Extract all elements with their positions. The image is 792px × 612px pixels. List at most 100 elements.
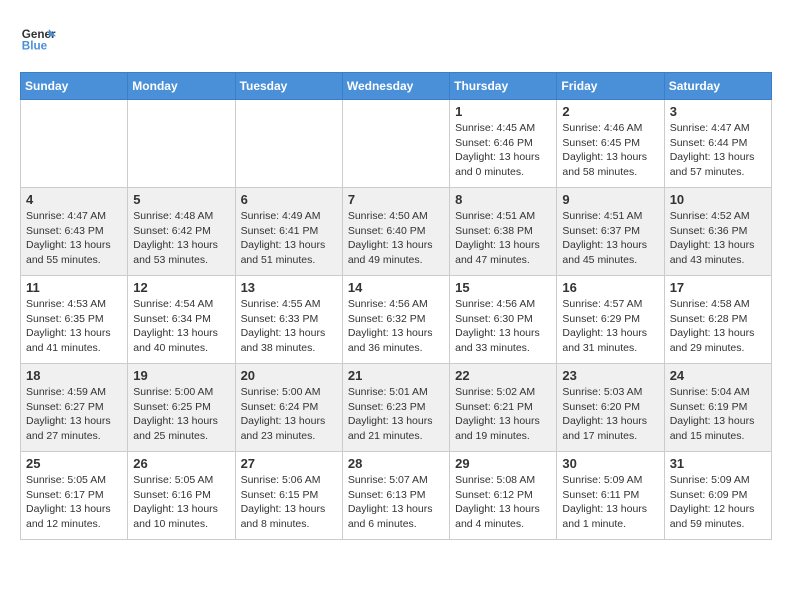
- calendar-cell: 20 Sunrise: 5:00 AM Sunset: 6:24 PM Dayli…: [235, 364, 342, 452]
- calendar-cell: 30Sunrise: 5:09 AM Sunset: 6:11 PM Dayli…: [557, 452, 664, 540]
- day-info: Sunrise: 4:49 AM Sunset: 6:41 PM Dayligh…: [241, 209, 337, 268]
- calendar-cell: 3Sunrise: 4:47 AM Sunset: 6:44 PM Daylig…: [664, 100, 771, 188]
- calendar-cell: 15 Sunrise: 4:56 AM Sunset: 6:30 PM Dayli…: [450, 276, 557, 364]
- day-info: Sunrise: 5:09 AM Sunset: 6:09 PM Dayligh…: [670, 473, 766, 532]
- calendar-cell: 12 Sunrise: 4:54 AM Sunset: 6:34 PM Dayli…: [128, 276, 235, 364]
- calendar-cell: [235, 100, 342, 188]
- day-number: 19: [133, 368, 229, 383]
- calendar-cell: 13 Sunrise: 4:55 AM Sunset: 6:33 PM Dayli…: [235, 276, 342, 364]
- day-info: Sunrise: 4:57 AM Sunset: 6:29 PM Dayligh…: [562, 297, 658, 356]
- day-info: Sunrise: 4:52 AM Sunset: 6:36 PM Dayligh…: [670, 209, 766, 268]
- day-info: Sunrise: 4:53 AM Sunset: 6:35 PM Dayligh…: [26, 297, 122, 356]
- calendar-cell: 27 Sunrise: 5:06 AM Sunset: 6:15 PM Dayli…: [235, 452, 342, 540]
- calendar-week-row: 4 Sunrise: 4:47 AM Sunset: 6:43 PM Daylig…: [21, 188, 772, 276]
- calendar-cell: [21, 100, 128, 188]
- calendar-cell: 8Sunrise: 4:51 AM Sunset: 6:38 PM Daylig…: [450, 188, 557, 276]
- day-number: 29: [455, 456, 551, 471]
- day-info: Sunrise: 4:47 AM Sunset: 6:43 PM Dayligh…: [26, 209, 122, 268]
- day-info: Sunrise: 4:46 AM Sunset: 6:45 PM Dayligh…: [562, 121, 658, 180]
- day-number: 24: [670, 368, 766, 383]
- day-number: 2: [562, 104, 658, 119]
- day-number: 28: [348, 456, 444, 471]
- day-info: Sunrise: 5:06 AM Sunset: 6:15 PM Dayligh…: [241, 473, 337, 532]
- calendar-cell: 9Sunrise: 4:51 AM Sunset: 6:37 PM Daylig…: [557, 188, 664, 276]
- day-info: Sunrise: 4:51 AM Sunset: 6:38 PM Dayligh…: [455, 209, 551, 268]
- day-number: 12: [133, 280, 229, 295]
- day-info: Sunrise: 5:09 AM Sunset: 6:11 PM Dayligh…: [562, 473, 658, 532]
- day-number: 15: [455, 280, 551, 295]
- day-of-week-tuesday: Tuesday: [235, 73, 342, 100]
- day-of-week-sunday: Sunday: [21, 73, 128, 100]
- day-number: 25: [26, 456, 122, 471]
- day-number: 14: [348, 280, 444, 295]
- calendar-cell: 28 Sunrise: 5:07 AM Sunset: 6:13 PM Dayli…: [342, 452, 449, 540]
- day-number: 1: [455, 104, 551, 119]
- day-info: Sunrise: 5:05 AM Sunset: 6:16 PM Dayligh…: [133, 473, 229, 532]
- calendar-cell: 26 Sunrise: 5:05 AM Sunset: 6:16 PM Dayli…: [128, 452, 235, 540]
- calendar-cell: 16 Sunrise: 4:57 AM Sunset: 6:29 PM Dayli…: [557, 276, 664, 364]
- calendar-week-row: 1 Sunrise: 4:45 AM Sunset: 6:46 PM Daylig…: [21, 100, 772, 188]
- day-number: 7: [348, 192, 444, 207]
- day-info: Sunrise: 5:01 AM Sunset: 6:23 PM Dayligh…: [348, 385, 444, 444]
- day-of-week-thursday: Thursday: [450, 73, 557, 100]
- calendar-cell: 21 Sunrise: 5:01 AM Sunset: 6:23 PM Dayli…: [342, 364, 449, 452]
- day-info: Sunrise: 5:08 AM Sunset: 6:12 PM Dayligh…: [455, 473, 551, 532]
- logo: General Blue: [20, 20, 62, 56]
- calendar-week-row: 25Sunrise: 5:05 AM Sunset: 6:17 PM Dayli…: [21, 452, 772, 540]
- day-number: 21: [348, 368, 444, 383]
- day-info: Sunrise: 4:56 AM Sunset: 6:30 PM Dayligh…: [455, 297, 551, 356]
- day-info: Sunrise: 4:58 AM Sunset: 6:28 PM Dayligh…: [670, 297, 766, 356]
- day-info: Sunrise: 4:45 AM Sunset: 6:46 PM Dayligh…: [455, 121, 551, 180]
- calendar-cell: 5 Sunrise: 4:48 AM Sunset: 6:42 PM Daylig…: [128, 188, 235, 276]
- day-info: Sunrise: 4:51 AM Sunset: 6:37 PM Dayligh…: [562, 209, 658, 268]
- day-number: 31: [670, 456, 766, 471]
- calendar-cell: 31 Sunrise: 5:09 AM Sunset: 6:09 PM Dayli…: [664, 452, 771, 540]
- day-number: 22: [455, 368, 551, 383]
- calendar-cell: 11 Sunrise: 4:53 AM Sunset: 6:35 PM Dayli…: [21, 276, 128, 364]
- calendar-week-row: 18 Sunrise: 4:59 AM Sunset: 6:27 PM Dayli…: [21, 364, 772, 452]
- day-info: Sunrise: 4:54 AM Sunset: 6:34 PM Dayligh…: [133, 297, 229, 356]
- calendar-cell: 14 Sunrise: 4:56 AM Sunset: 6:32 PM Dayli…: [342, 276, 449, 364]
- day-number: 20: [241, 368, 337, 383]
- calendar-cell: 18 Sunrise: 4:59 AM Sunset: 6:27 PM Dayli…: [21, 364, 128, 452]
- day-info: Sunrise: 4:56 AM Sunset: 6:32 PM Dayligh…: [348, 297, 444, 356]
- calendar: SundayMondayTuesdayWednesdayThursdayFrid…: [20, 72, 772, 540]
- day-of-week-wednesday: Wednesday: [342, 73, 449, 100]
- day-info: Sunrise: 4:55 AM Sunset: 6:33 PM Dayligh…: [241, 297, 337, 356]
- day-of-week-friday: Friday: [557, 73, 664, 100]
- day-number: 16: [562, 280, 658, 295]
- day-info: Sunrise: 5:00 AM Sunset: 6:24 PM Dayligh…: [241, 385, 337, 444]
- svg-text:Blue: Blue: [22, 40, 48, 53]
- day-number: 4: [26, 192, 122, 207]
- calendar-cell: 24 Sunrise: 5:04 AM Sunset: 6:19 PM Dayli…: [664, 364, 771, 452]
- calendar-cell: [128, 100, 235, 188]
- day-info: Sunrise: 5:03 AM Sunset: 6:20 PM Dayligh…: [562, 385, 658, 444]
- day-info: Sunrise: 5:04 AM Sunset: 6:19 PM Dayligh…: [670, 385, 766, 444]
- day-number: 11: [26, 280, 122, 295]
- day-number: 6: [241, 192, 337, 207]
- page-header: General Blue: [20, 20, 772, 56]
- day-number: 27: [241, 456, 337, 471]
- day-number: 13: [241, 280, 337, 295]
- calendar-cell: 2 Sunrise: 4:46 AM Sunset: 6:45 PM Daylig…: [557, 100, 664, 188]
- calendar-cell: 22 Sunrise: 5:02 AM Sunset: 6:21 PM Dayli…: [450, 364, 557, 452]
- day-info: Sunrise: 4:48 AM Sunset: 6:42 PM Dayligh…: [133, 209, 229, 268]
- day-info: Sunrise: 5:07 AM Sunset: 6:13 PM Dayligh…: [348, 473, 444, 532]
- calendar-cell: 6 Sunrise: 4:49 AM Sunset: 6:41 PM Daylig…: [235, 188, 342, 276]
- day-number: 5: [133, 192, 229, 207]
- calendar-cell: 4 Sunrise: 4:47 AM Sunset: 6:43 PM Daylig…: [21, 188, 128, 276]
- day-of-week-monday: Monday: [128, 73, 235, 100]
- calendar-cell: 25Sunrise: 5:05 AM Sunset: 6:17 PM Dayli…: [21, 452, 128, 540]
- day-number: 17: [670, 280, 766, 295]
- day-info: Sunrise: 5:02 AM Sunset: 6:21 PM Dayligh…: [455, 385, 551, 444]
- calendar-cell: 7Sunrise: 4:50 AM Sunset: 6:40 PM Daylig…: [342, 188, 449, 276]
- day-info: Sunrise: 5:00 AM Sunset: 6:25 PM Dayligh…: [133, 385, 229, 444]
- calendar-cell: 23Sunrise: 5:03 AM Sunset: 6:20 PM Dayli…: [557, 364, 664, 452]
- calendar-week-row: 11 Sunrise: 4:53 AM Sunset: 6:35 PM Dayli…: [21, 276, 772, 364]
- day-info: Sunrise: 4:59 AM Sunset: 6:27 PM Dayligh…: [26, 385, 122, 444]
- day-number: 18: [26, 368, 122, 383]
- day-number: 26: [133, 456, 229, 471]
- calendar-cell: 1 Sunrise: 4:45 AM Sunset: 6:46 PM Daylig…: [450, 100, 557, 188]
- calendar-cell: 29 Sunrise: 5:08 AM Sunset: 6:12 PM Dayli…: [450, 452, 557, 540]
- day-number: 3: [670, 104, 766, 119]
